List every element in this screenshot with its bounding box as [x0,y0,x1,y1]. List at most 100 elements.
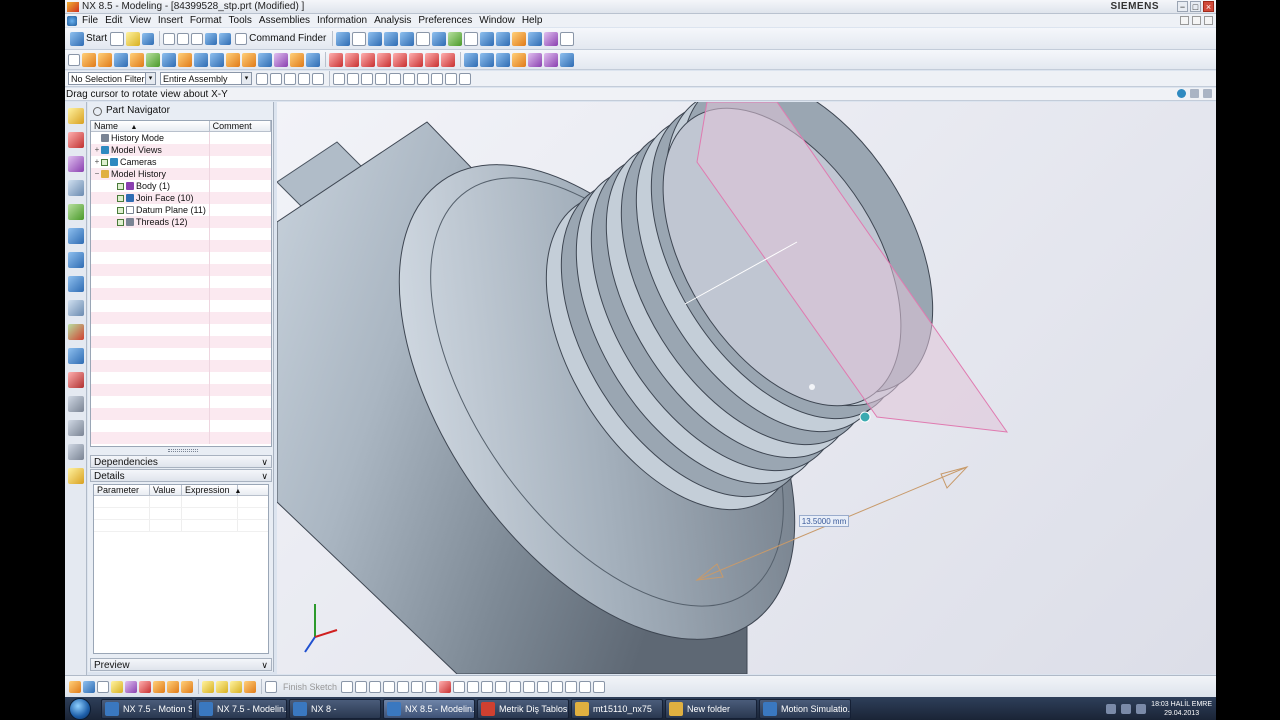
menu-format[interactable]: Format [190,15,222,26]
snap-quadrant-icon[interactable] [403,72,415,85]
circle-icon[interactable] [383,680,396,693]
make-coaxial-icon[interactable] [425,52,439,67]
ellipse-icon[interactable] [481,680,494,693]
snap-midpoint-icon[interactable] [347,72,359,85]
unite-icon[interactable] [194,52,208,67]
chamfer-sketch-icon[interactable] [411,680,424,693]
pad-icon[interactable] [162,52,176,67]
tray-volume-icon[interactable] [1136,703,1147,714]
sketch-auto-icon[interactable] [244,680,256,693]
menu-insert[interactable]: Insert [158,15,183,26]
ruler-icon[interactable] [560,31,575,46]
preview-panel-header[interactable]: Preview ∨ [90,658,272,671]
web-browser-icon[interactable] [68,228,84,244]
zoom-icon[interactable] [432,31,447,46]
taskbar-item[interactable]: Metrik Diş Tablos... [477,698,569,719]
save-icon[interactable] [142,32,155,45]
sketch-delete-icon[interactable] [139,680,151,693]
reuse-library-icon[interactable] [68,180,84,196]
snap-view-icon[interactable] [336,31,351,46]
taskbar-item[interactable]: New folder [665,698,757,719]
snap-endpoint-icon[interactable] [333,72,345,85]
profile-icon[interactable] [341,680,354,693]
new-file-icon[interactable] [110,31,125,46]
layout-icon[interactable] [352,31,367,46]
sketch-update-icon[interactable] [181,680,193,693]
history-icon[interactable] [68,252,84,268]
taskbar-item[interactable]: NX 7.5 - Motion S... [101,698,193,719]
snap-bounded-grid-icon[interactable] [459,72,471,85]
restore-button[interactable]: □ [1190,1,1201,12]
part-navigator-icon[interactable] [68,156,84,172]
quick-trim-icon[interactable] [509,680,522,693]
sketch-reattach-icon[interactable] [125,680,137,693]
column-header-value[interactable]: Value [150,485,182,495]
tray-network-icon[interactable] [1121,703,1132,714]
snap-point-on-curve-icon[interactable] [431,72,443,85]
chamfer-icon[interactable] [242,52,256,67]
point-icon[interactable] [453,680,466,693]
pocket-icon[interactable] [178,52,192,67]
thread-icon[interactable] [274,52,288,67]
details-panel-header[interactable]: Details ∨ [90,469,272,482]
menu-preferences[interactable]: Preferences [418,15,472,26]
measure-icon[interactable] [512,31,527,46]
menu-analysis[interactable]: Analysis [374,15,411,26]
constraint-navigator-icon[interactable] [68,132,84,148]
snap-intersection-icon[interactable] [375,72,387,85]
show-constraints-icon[interactable] [579,680,592,693]
splitter-handle[interactable] [168,449,198,452]
center-point[interactable] [809,384,815,390]
system-clock[interactable]: 18:03 HALİL EMRE 29.04.2013 [1151,700,1212,718]
menu-file[interactable]: File [82,15,98,26]
column-header-comment[interactable]: Comment [210,121,271,131]
through-curves-icon[interactable] [480,52,494,67]
sketch-view-icon[interactable] [97,680,109,693]
system-materials-icon[interactable] [68,300,84,316]
column-header-name[interactable]: Name ▲ [91,121,210,131]
cut-icon[interactable] [163,32,176,45]
surface-icon[interactable] [464,52,478,67]
extract-geometry-icon[interactable] [560,52,574,67]
close-button[interactable]: × [1203,1,1214,12]
tree-row[interactable]: Body (1) [91,180,271,192]
template-icon[interactable] [68,444,84,460]
geometric-constraints-icon[interactable] [565,680,578,693]
process-studio-icon[interactable] [68,324,84,340]
app-menu-icon[interactable] [67,15,77,26]
view-section-icon[interactable] [480,31,495,46]
sketch-plane-icon[interactable] [83,680,95,693]
line-icon[interactable] [355,680,368,693]
taskbar-item[interactable]: NX 7.5 - Modelin... [195,698,287,719]
collapse-icon[interactable]: − [93,168,101,180]
sketch-icon[interactable] [68,53,80,66]
palette-icon[interactable] [68,420,84,436]
make-coplanar-icon[interactable] [409,52,423,67]
select-all-icon[interactable] [270,72,282,85]
doc-minimize-icon[interactable] [1180,16,1189,25]
doc-close-icon[interactable] [1204,16,1213,25]
clock-icon[interactable] [68,276,84,292]
make-tangent-icon[interactable] [441,52,455,67]
tray-flag-icon[interactable] [1106,703,1117,714]
close-icon[interactable] [1203,89,1212,98]
snap-point-on-face-icon[interactable] [445,72,457,85]
start-button[interactable]: Start [68,31,109,47]
pan-icon[interactable] [464,31,479,46]
menu-assemblies[interactable]: Assemblies [259,15,310,26]
column-header-expression[interactable]: Expression ▲ [182,485,241,495]
wcs-icon[interactable] [496,31,511,46]
make-corner-icon[interactable] [537,680,550,693]
synchronous-move-face-icon[interactable] [329,52,343,67]
render-style-icon[interactable] [416,31,431,46]
assembly-navigator-icon[interactable] [68,108,84,124]
model-viewport[interactable] [277,102,1216,674]
open-folder-icon[interactable] [126,31,141,46]
tree-row[interactable]: Threads (12) [91,216,271,228]
polygon-icon[interactable] [467,680,480,693]
undo-icon[interactable] [205,32,218,45]
quick-extend-icon[interactable] [523,680,536,693]
finish-sketch-button[interactable]: Finish Sketch [283,682,337,692]
command-finder-button[interactable]: Command Finder [233,31,328,47]
delete-face-icon[interactable] [377,52,391,67]
